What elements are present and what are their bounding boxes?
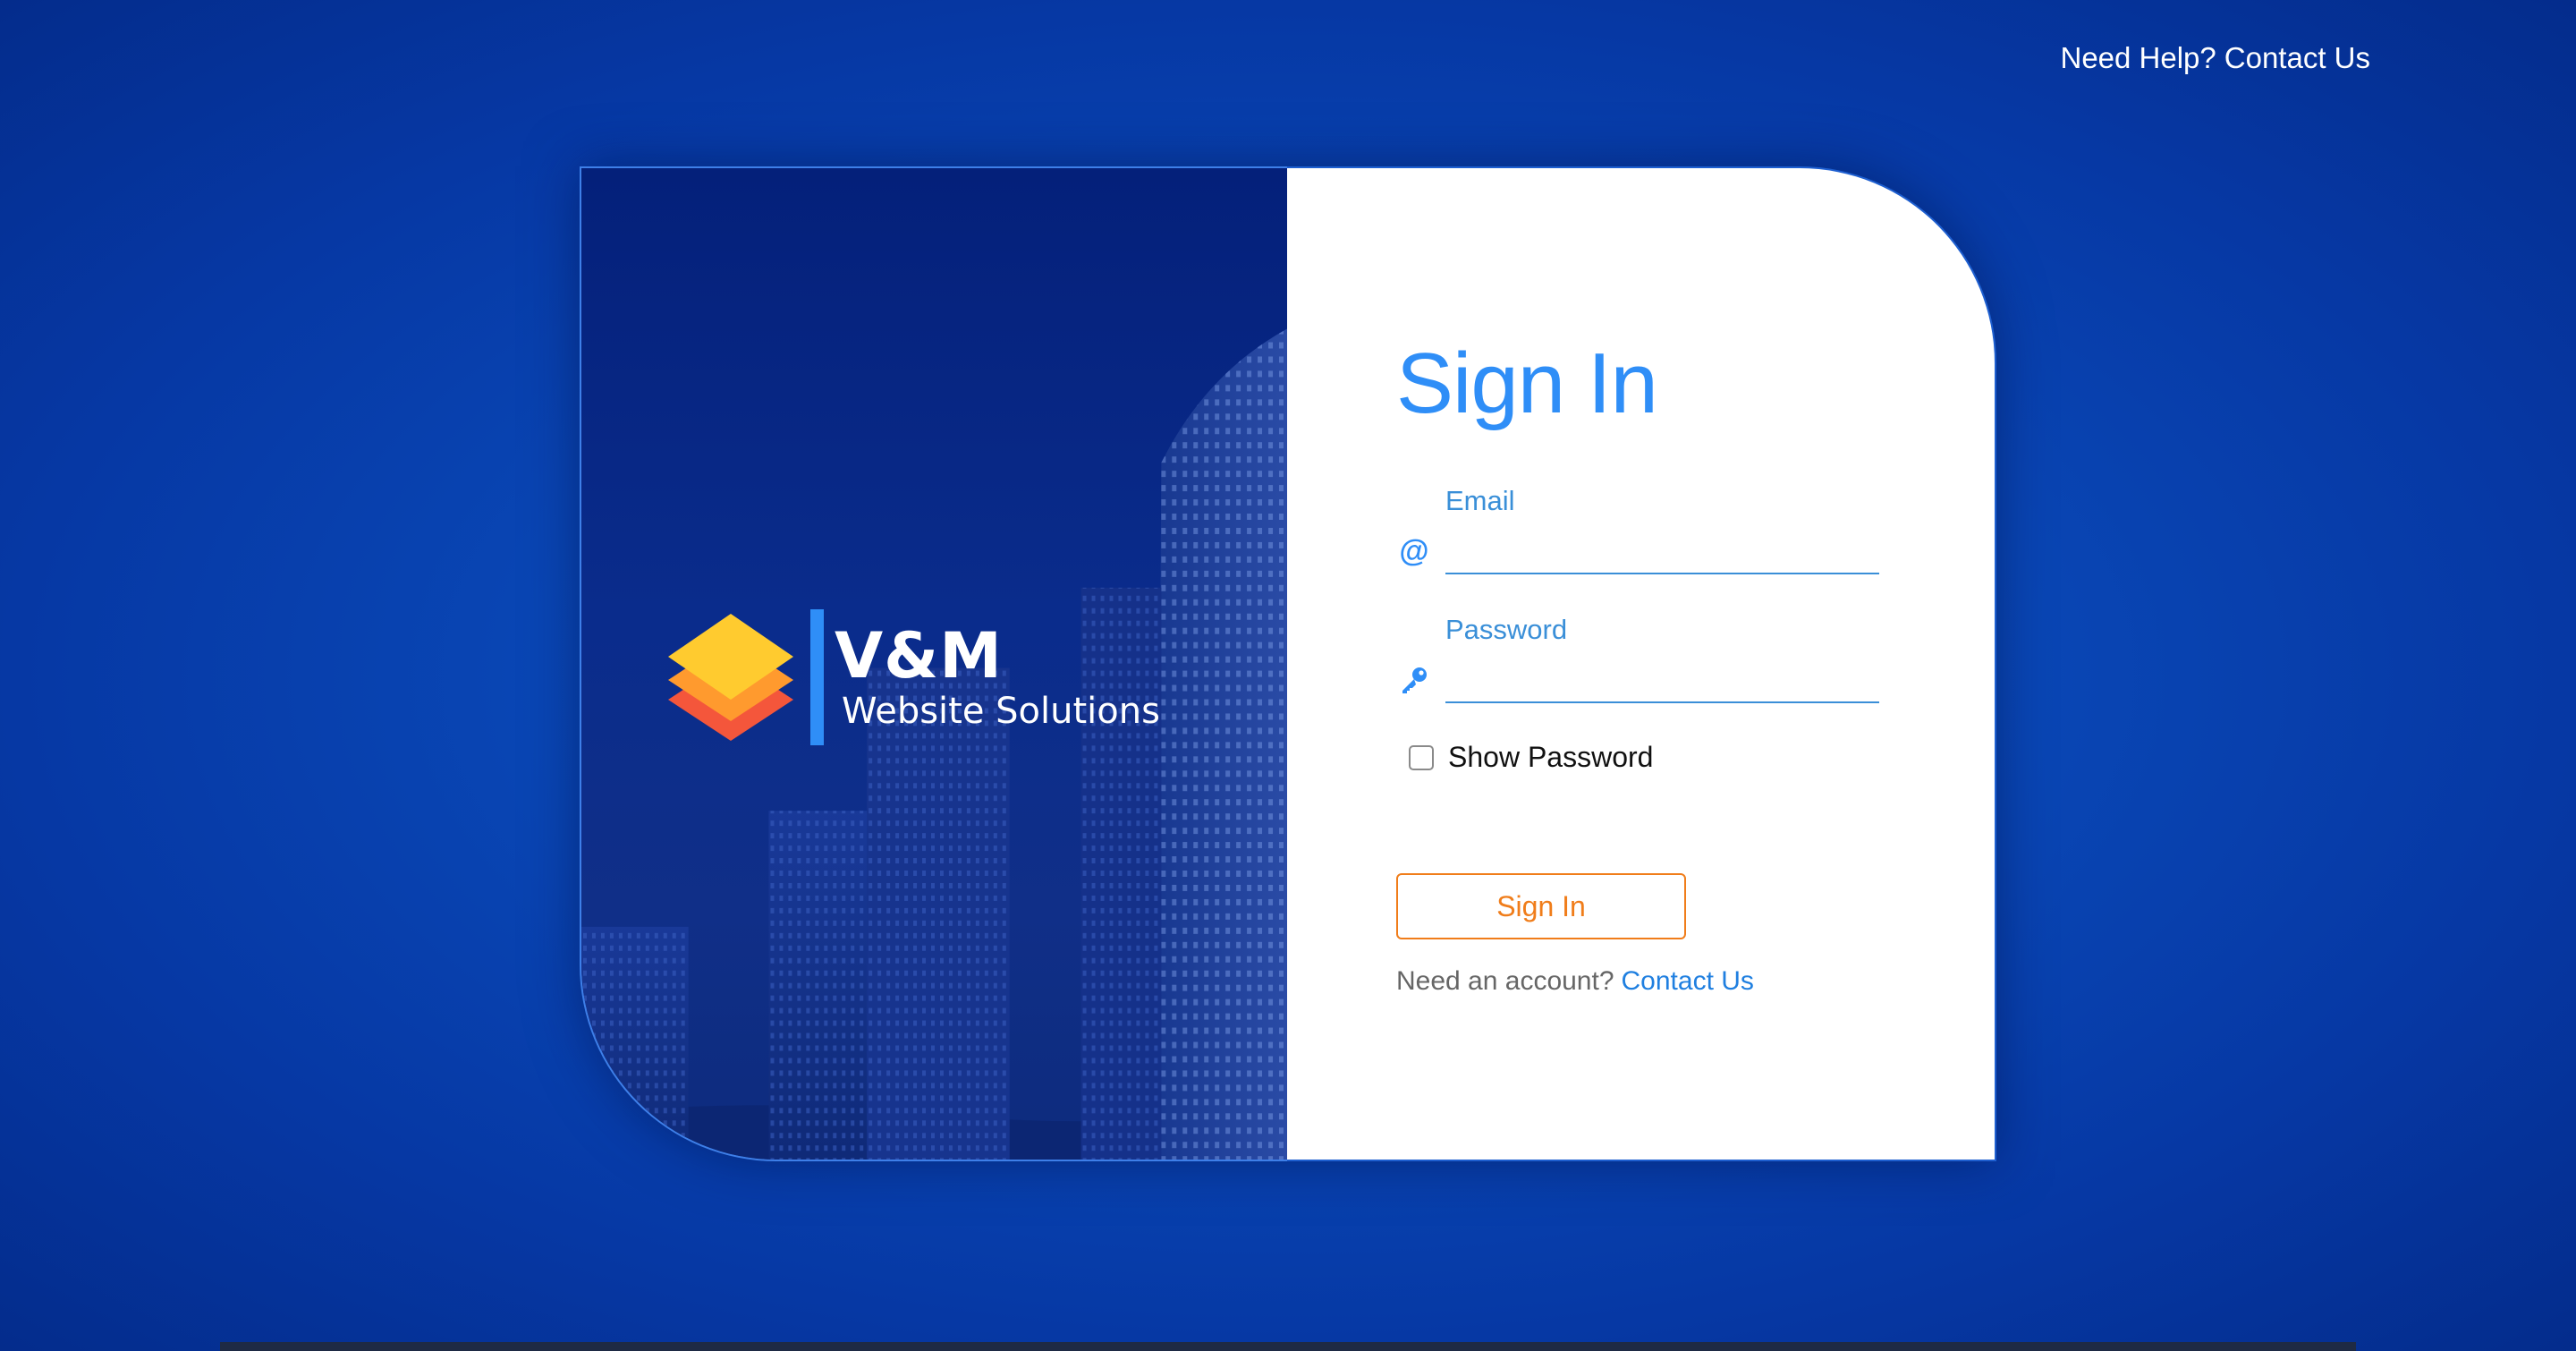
key-icon xyxy=(1396,662,1432,698)
show-password-label: Show Password xyxy=(1448,741,1654,773)
password-field[interactable] xyxy=(1445,659,1879,703)
need-help-contact-link[interactable]: Need Help? Contact Us xyxy=(2060,41,2370,75)
account-prompt-text: Need an account? xyxy=(1396,966,1614,996)
brand-title: V&M xyxy=(835,619,1003,692)
vm-logo: V&M Website Solutions xyxy=(664,609,1160,745)
login-card: V&M Website Solutions Sign In Email @ Pa… xyxy=(580,166,1996,1161)
page-title: Sign In xyxy=(1396,336,1658,431)
logo-divider xyxy=(810,609,824,745)
show-password-toggle[interactable]: Show Password xyxy=(1409,741,1653,774)
signin-panel: Sign In Email @ Password Show Password S… xyxy=(1287,166,1996,1161)
email-field[interactable] xyxy=(1445,530,1879,574)
bottom-scrollbar-strip xyxy=(220,1342,2356,1351)
at-icon: @ xyxy=(1399,533,1429,568)
show-password-checkbox[interactable] xyxy=(1409,744,1434,770)
account-prompt: Need an account? Contact Us xyxy=(1396,966,1754,997)
email-label: Email xyxy=(1445,485,1515,516)
layered-diamond-logo-icon xyxy=(668,614,793,741)
help-contact-text: Contact Us xyxy=(2224,41,2370,74)
brand-subtitle: Website Solutions xyxy=(842,691,1160,732)
help-prefix-text: Need Help? xyxy=(2060,41,2216,74)
logo-text: V&M Website Solutions xyxy=(835,622,1160,733)
password-label: Password xyxy=(1445,614,1568,645)
sign-in-button[interactable]: Sign In xyxy=(1396,873,1686,939)
brand-panel: V&M Website Solutions xyxy=(580,166,1287,1161)
contact-us-link[interactable]: Contact Us xyxy=(1622,966,1754,996)
